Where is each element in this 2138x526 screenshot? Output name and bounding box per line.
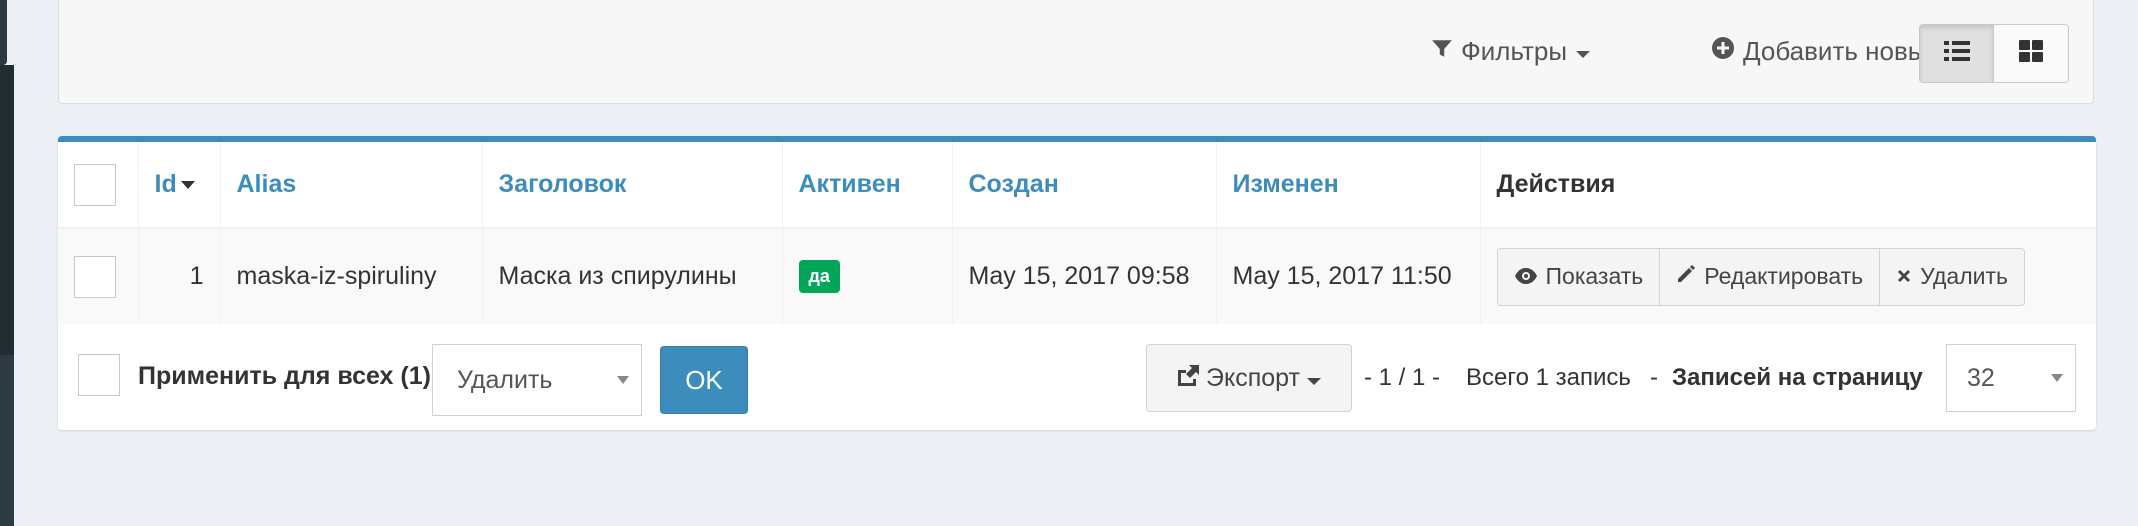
cell-alias: maska-iz-spiruliny: [220, 228, 483, 324]
grid-view-button[interactable]: [1994, 25, 2068, 82]
total-info: Всего 1 запись: [1466, 364, 1631, 391]
per-page-select[interactable]: 32: [1946, 344, 2076, 412]
add-new-button[interactable]: Добавить новый: [1711, 36, 1941, 67]
cell-created: May 15, 2017 09:58: [952, 228, 1217, 324]
show-label: Показать: [1545, 263, 1644, 289]
sort-desc-icon: [180, 181, 195, 190]
grid-footer: Применить для всех (1) Удалить OK Экспор…: [58, 324, 2096, 430]
apply-all-label: Применить для всех (1): [138, 362, 431, 390]
column-id-label: Id: [154, 170, 177, 198]
row-actions: Показать Редактировать Удалить: [1496, 247, 2025, 306]
plus-circle-icon: [1711, 36, 1735, 67]
grid-icon: [2019, 40, 2043, 67]
per-page-value: 32: [1967, 363, 1995, 392]
column-id[interactable]: Id: [138, 142, 221, 229]
column-actions-label: Действия: [1496, 170, 1616, 198]
column-title-label: Заголовок: [498, 170, 627, 198]
ok-button[interactable]: OK: [660, 346, 748, 414]
filter-icon: [1431, 36, 1453, 67]
list-view-button[interactable]: [1920, 25, 1994, 82]
sidebar-edge: [0, 0, 16, 526]
cell-active: да: [782, 228, 953, 324]
chevron-down-icon: [1306, 364, 1322, 393]
view-mode-toggle: [1919, 24, 2069, 83]
column-title[interactable]: Заголовок: [482, 142, 783, 229]
export-button[interactable]: Экспорт: [1146, 344, 1352, 412]
filters-button[interactable]: Фильтры: [1431, 36, 1591, 67]
share-icon: [1176, 364, 1200, 393]
bulk-action-value: Удалить: [457, 365, 553, 394]
column-created[interactable]: Создан: [952, 142, 1217, 229]
sidebar-top-segment: [0, 0, 7, 65]
column-created-label: Создан: [968, 170, 1059, 198]
row-select-cell: [58, 228, 139, 324]
cell-title: Маска из спирулины: [482, 228, 783, 324]
filters-label: Фильтры: [1461, 36, 1568, 66]
apply-all-checkbox[interactable]: [78, 354, 120, 396]
bulk-action-select[interactable]: Удалить: [432, 344, 642, 416]
select-all-cell: [58, 142, 139, 229]
page-info: - 1 / 1 -: [1364, 364, 1441, 391]
column-updated-label: Изменен: [1232, 170, 1339, 198]
show-button[interactable]: Показать: [1498, 248, 1661, 305]
list-icon: [1943, 40, 1970, 67]
column-actions: Действия: [1480, 142, 2096, 229]
column-alias[interactable]: Alias: [220, 142, 483, 229]
select-all-checkbox[interactable]: [74, 163, 116, 206]
grid-box: Id Alias Заголовок Активен Создан Измене…: [58, 136, 2096, 430]
row-checkbox[interactable]: [74, 255, 116, 298]
delete-button[interactable]: Удалить: [1880, 249, 2024, 305]
column-alias-label: Alias: [236, 170, 297, 198]
close-icon: [1896, 263, 1912, 290]
edit-button[interactable]: Редактировать: [1660, 248, 1881, 305]
data-table: Id Alias Заголовок Активен Создан Измене…: [58, 142, 2096, 324]
column-active[interactable]: Активен: [782, 142, 953, 229]
chevron-down-icon: [1575, 36, 1591, 67]
edit-label: Редактировать: [1704, 263, 1864, 289]
add-new-label: Добавить новый: [1743, 36, 1941, 66]
select-arrow-icon: [2051, 374, 2063, 382]
active-badge: да: [798, 260, 840, 293]
column-active-label: Активен: [798, 170, 901, 198]
eye-icon: [1514, 263, 1538, 290]
select-arrow-icon: [617, 376, 629, 384]
sidebar-middle-segment: [0, 65, 14, 355]
pencil-icon: [1676, 263, 1696, 290]
sidebar-bottom-segment: [0, 355, 14, 526]
grid-toolbar: Фильтры Добавить новый: [58, 0, 2094, 104]
cell-actions: Показать Редактировать Удалить: [1480, 228, 2096, 324]
per-page-label: Записей на страницу: [1672, 364, 1923, 391]
per-page-separator: -: [1650, 364, 1658, 391]
delete-label: Удалить: [1920, 263, 2008, 289]
cell-id: 1: [138, 228, 221, 324]
table-header-row: Id Alias Заголовок Активен Создан Измене…: [58, 142, 2096, 229]
export-label: Экспорт: [1206, 363, 1300, 392]
table-row: 1 maska-iz-spiruliny Маска из спирулины …: [58, 228, 2096, 324]
cell-updated: May 15, 2017 11:50: [1216, 228, 1481, 324]
column-updated[interactable]: Изменен: [1216, 142, 1481, 229]
